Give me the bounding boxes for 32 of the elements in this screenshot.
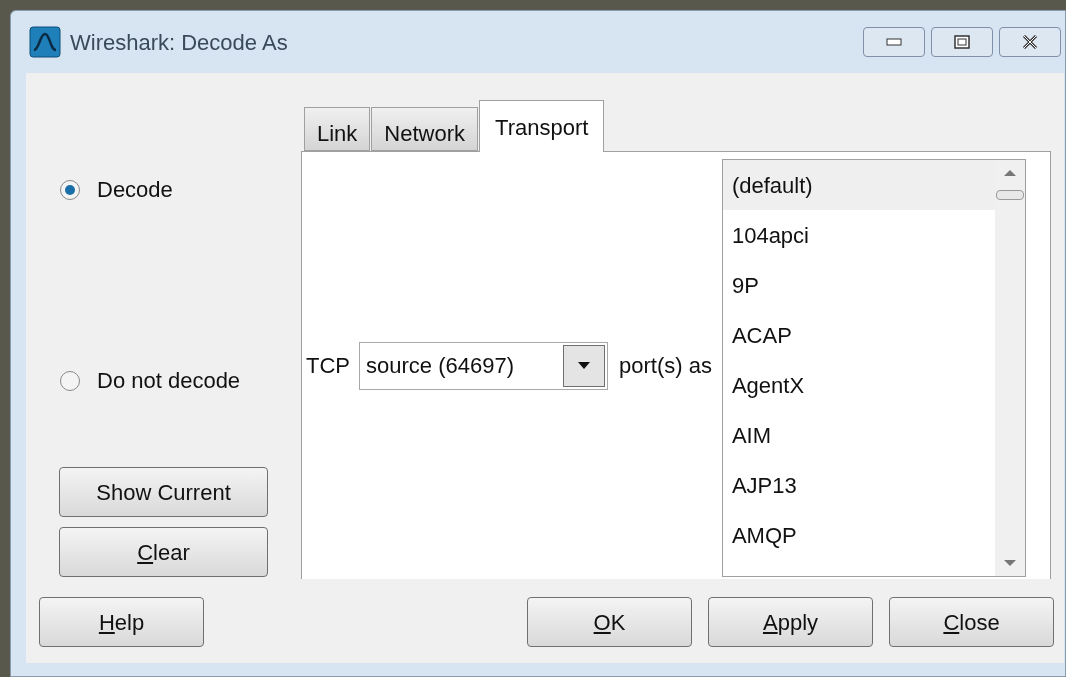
app-logo-icon xyxy=(29,26,61,58)
minimize-button[interactable] xyxy=(863,27,925,57)
side-button[interactable]: Show Current xyxy=(59,467,268,517)
radio-button[interactable] xyxy=(59,369,81,392)
port-suffix: port(s) as xyxy=(619,352,712,380)
radio-label[interactable]: Decode xyxy=(97,173,173,206)
maximize-button[interactable] xyxy=(931,27,993,57)
close-icon xyxy=(1021,35,1039,49)
scrollbar[interactable] xyxy=(994,160,1025,576)
tab[interactable]: Transport xyxy=(479,100,605,152)
list-item[interactable]: (default) xyxy=(722,160,995,210)
dropdown-button[interactable] xyxy=(563,344,605,387)
help-button[interactable]: Help xyxy=(39,597,204,647)
tab[interactable]: Network xyxy=(371,107,479,151)
protocol-label: TCP xyxy=(306,352,350,380)
dialog-button[interactable]: Close xyxy=(889,597,1054,647)
port-combo[interactable]: source (64697) xyxy=(359,341,608,390)
radio-button[interactable] xyxy=(59,178,81,201)
scroll-thumb[interactable] xyxy=(995,190,1024,200)
minimize-icon xyxy=(886,38,902,46)
scroll-up-icon xyxy=(1003,170,1016,176)
combo-value: source (64697) xyxy=(365,352,515,380)
tab[interactable]: Link xyxy=(304,107,371,151)
dialog-button[interactable]: OK xyxy=(527,597,692,647)
dialog-button[interactable]: Apply xyxy=(708,597,873,647)
caret-icon xyxy=(578,362,590,369)
close-button[interactable] xyxy=(999,27,1061,57)
side-button[interactable]: Clear xyxy=(59,527,268,577)
scroll-down-icon xyxy=(1003,560,1016,566)
radio-label[interactable]: Do not decode xyxy=(97,364,241,397)
window-title: Wireshark: Decode As xyxy=(70,28,288,57)
maximize-icon xyxy=(954,35,970,49)
